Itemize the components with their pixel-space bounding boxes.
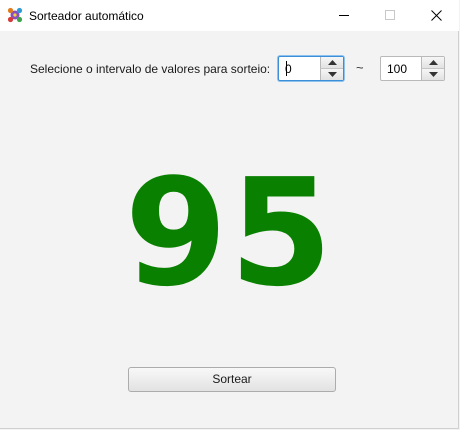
max-decrement-button[interactable]	[421, 69, 444, 80]
window-title: Sorteador automático	[29, 9, 144, 23]
arrow-up-icon	[327, 60, 337, 65]
draw-button[interactable]: Sortear	[128, 367, 336, 392]
close-icon	[430, 9, 442, 21]
app-window: Sorteador automático Selecione o interva…	[0, 0, 459, 429]
min-increment-button[interactable]	[320, 57, 343, 69]
max-spinner-buttons	[421, 57, 444, 80]
min-decrement-button[interactable]	[320, 69, 343, 80]
max-increment-button[interactable]	[421, 57, 444, 69]
range-separator: ~	[356, 60, 364, 75]
drawn-number: 95	[124, 147, 335, 319]
min-value-spinner[interactable]: 0	[278, 56, 344, 81]
maximize-icon	[385, 10, 395, 20]
arrow-up-icon	[428, 60, 438, 65]
max-value-input[interactable]: 100	[387, 62, 407, 76]
minimize-button[interactable]	[321, 0, 367, 30]
arrow-down-icon	[327, 72, 337, 77]
range-label: Selecione o intervalo de valores para so…	[30, 62, 271, 76]
maximize-button[interactable]	[367, 0, 413, 30]
minimize-icon	[339, 15, 349, 16]
title-bar[interactable]: Sorteador automático	[0, 0, 459, 31]
dice-app-icon	[7, 7, 23, 23]
arrow-down-icon	[428, 72, 438, 77]
max-value-spinner[interactable]: 100	[380, 56, 445, 81]
text-caret	[286, 61, 287, 76]
min-spinner-buttons	[320, 57, 343, 80]
close-button[interactable]	[413, 0, 459, 30]
